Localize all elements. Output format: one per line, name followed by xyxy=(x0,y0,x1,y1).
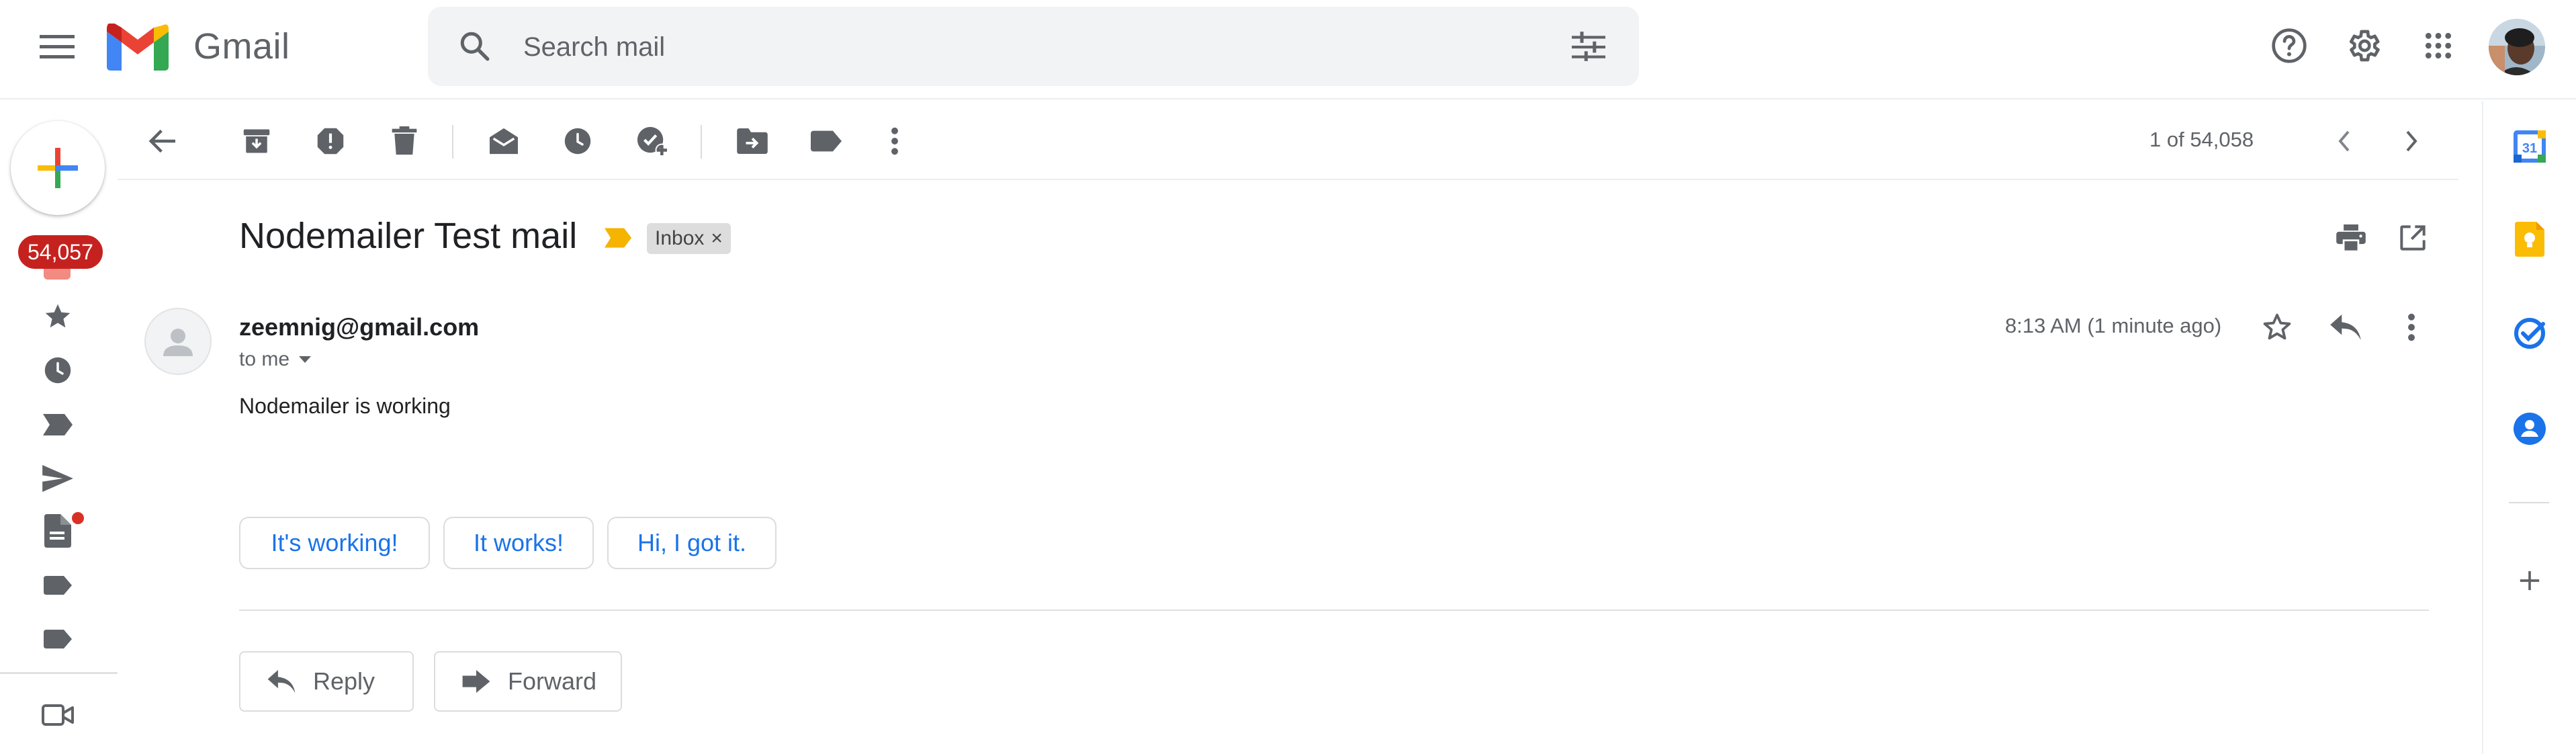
apps-icon[interactable] xyxy=(2418,26,2458,66)
older-chevron-icon[interactable] xyxy=(2391,121,2432,161)
menu-icon[interactable] xyxy=(27,20,87,74)
add-app-icon[interactable] xyxy=(2511,562,2548,599)
smart-reply-3[interactable]: Hi, I got it. xyxy=(607,517,776,569)
recipient-text: to me xyxy=(239,348,290,370)
mark-unread-icon[interactable] xyxy=(482,121,525,161)
important-marker-icon[interactable] xyxy=(603,224,633,251)
toolbar-separator-2 xyxy=(701,125,702,159)
toolbar-divider xyxy=(118,179,2458,180)
remove-label-icon[interactable]: × xyxy=(711,223,723,254)
message-more-icon[interactable] xyxy=(2390,306,2433,349)
delete-icon[interactable] xyxy=(383,121,426,161)
keep-icon[interactable] xyxy=(2511,220,2548,258)
archive-icon[interactable] xyxy=(235,121,278,161)
snooze-icon[interactable] xyxy=(556,121,599,161)
meet-video-icon[interactable] xyxy=(38,696,78,734)
toolbar-separator xyxy=(452,125,453,159)
search-input[interactable] xyxy=(522,27,1465,67)
add-to-tasks-icon[interactable] xyxy=(630,121,673,161)
chevron-down-icon[interactable] xyxy=(299,356,312,363)
label-icon-2[interactable] xyxy=(38,620,78,658)
calendar-day: 31 xyxy=(2522,141,2537,156)
recipient-details[interactable]: to me xyxy=(239,348,312,371)
label-chip-inbox: Inbox × xyxy=(647,223,731,254)
gmail-logo[interactable] xyxy=(106,23,169,71)
important-icon[interactable] xyxy=(38,406,78,444)
starred-icon[interactable] xyxy=(38,298,78,335)
top-header: Gmail xyxy=(0,0,2576,99)
snoozed-icon[interactable] xyxy=(38,351,78,389)
email-timestamp: 8:13 AM (1 minute ago) xyxy=(2005,314,2222,337)
label-icon[interactable] xyxy=(38,567,78,604)
drafts-notification-dot xyxy=(72,512,84,524)
compose-button[interactable] xyxy=(11,121,105,215)
report-spam-icon[interactable] xyxy=(309,121,352,161)
pagination-text: 1 of 54,058 xyxy=(2149,128,2254,151)
label-chip-text: Inbox xyxy=(655,227,705,249)
sent-icon[interactable] xyxy=(38,460,78,497)
search-bar[interactable] xyxy=(428,7,1639,86)
unread-count-badge: 54,057 xyxy=(18,235,103,269)
more-vert-icon[interactable] xyxy=(873,121,916,161)
email-subject: Nodemailer Test mail xyxy=(239,216,578,256)
side-panel-divider xyxy=(2509,502,2549,503)
print-icon[interactable] xyxy=(2329,218,2372,258)
reply-icon[interactable] xyxy=(2324,306,2367,349)
message-divider xyxy=(239,610,2429,611)
labels-icon[interactable] xyxy=(805,121,848,161)
open-new-window-icon[interactable] xyxy=(2391,218,2434,258)
smart-reply-2[interactable]: It works! xyxy=(443,517,594,569)
email-body: Nodemailer is working xyxy=(239,394,451,418)
search-icon[interactable] xyxy=(455,26,495,67)
contacts-icon[interactable] xyxy=(2511,410,2548,448)
forward-arrow-icon xyxy=(462,670,490,693)
account-avatar[interactable] xyxy=(2489,19,2545,75)
star-icon[interactable] xyxy=(2256,306,2299,349)
smart-reply-1[interactable]: It's working! xyxy=(239,517,430,569)
settings-icon[interactable] xyxy=(2343,26,2383,66)
forward-label: Forward xyxy=(508,667,597,695)
help-icon[interactable] xyxy=(2269,26,2309,66)
back-arrow-icon[interactable] xyxy=(141,121,184,161)
calendar-icon[interactable]: 31 xyxy=(2511,128,2548,165)
sender-avatar xyxy=(144,308,212,375)
sender-email[interactable]: zeemnig@gmail.com xyxy=(239,313,479,341)
forward-button[interactable]: Forward xyxy=(434,651,622,712)
tasks-icon[interactable] xyxy=(2511,315,2548,352)
rail-divider xyxy=(0,672,118,674)
move-to-icon[interactable] xyxy=(731,121,774,161)
reply-label: Reply xyxy=(313,667,375,695)
reply-button[interactable]: Reply xyxy=(239,651,414,712)
reply-arrow-icon xyxy=(267,670,296,693)
newer-chevron-icon[interactable] xyxy=(2324,121,2364,161)
search-options-icon[interactable] xyxy=(1570,30,1607,63)
gmail-wordmark[interactable]: Gmail xyxy=(193,26,290,67)
compose-plus-icon xyxy=(38,148,78,188)
